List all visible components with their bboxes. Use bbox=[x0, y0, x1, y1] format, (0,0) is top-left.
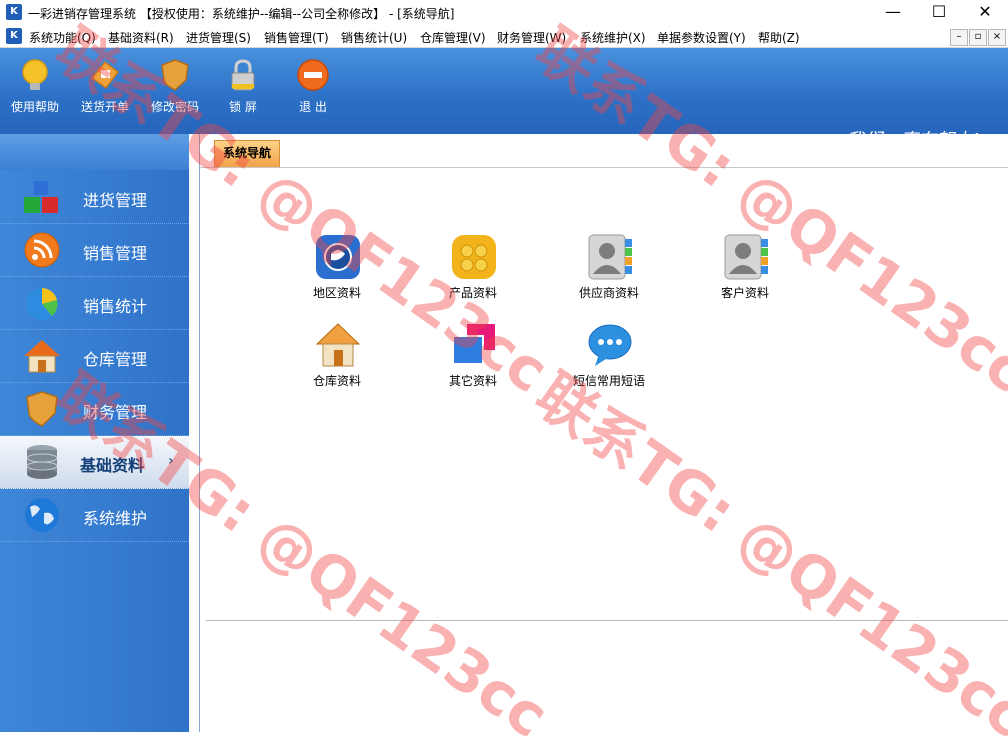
tile-label: 仓库资料 bbox=[312, 374, 361, 388]
minimize-button[interactable]: — bbox=[870, 0, 916, 25]
close-button[interactable]: ✕ bbox=[962, 0, 1008, 25]
menu-document-params[interactable]: 单据参数设置(Y) bbox=[657, 29, 746, 46]
rss-icon bbox=[24, 232, 60, 268]
title-bar: K 一彩进销存管理系统 【授权使用：系统维护--编辑--公司全称修改】 - [系… bbox=[0, 0, 1008, 25]
menu-purchase[interactable]: 进货管理(S) bbox=[186, 29, 251, 46]
sidebar-item-label: 销售管理 bbox=[83, 244, 148, 263]
menu-bar: K 系统功能(Q) 基础资料(R) 进货管理(S) 销售管理(T) 销售统计(U… bbox=[0, 25, 1008, 48]
tile-warehouse-data[interactable]: 仓库资料 bbox=[292, 322, 382, 404]
chat-icon bbox=[588, 324, 632, 366]
maximize-button[interactable]: ☐ bbox=[916, 0, 962, 25]
app-icon: K bbox=[6, 4, 22, 20]
tile-label: 客户资料 bbox=[720, 286, 769, 300]
sidebar-item-sales[interactable]: 销售管理 bbox=[0, 224, 189, 277]
sidebar-item-sales-stats[interactable]: 销售统计 bbox=[0, 277, 189, 330]
mdi-minimize-button[interactable]: – bbox=[950, 29, 968, 46]
exit-label: 退 出 bbox=[299, 100, 327, 114]
sidebar-item-label: 销售统计 bbox=[83, 297, 148, 316]
pie-chart-icon bbox=[26, 288, 58, 320]
exit-icon bbox=[297, 59, 329, 91]
sidebar-item-label: 系统维护 bbox=[83, 509, 148, 528]
menu-help[interactable]: 帮助(Z) bbox=[758, 29, 800, 46]
lock-icon bbox=[231, 59, 255, 91]
tile-supplier-data[interactable]: 供应商资料 bbox=[564, 234, 654, 316]
globe-icon bbox=[25, 498, 59, 532]
menu-sales-stats[interactable]: 销售统计(U) bbox=[341, 29, 407, 46]
exit-button[interactable]: 退 出 bbox=[282, 58, 344, 128]
mdi-restore-button[interactable]: ▫ bbox=[969, 29, 987, 46]
mdi-close-button[interactable]: × bbox=[988, 29, 1006, 46]
menu-sales[interactable]: 销售管理(T) bbox=[264, 29, 329, 46]
database-icon bbox=[26, 445, 58, 479]
tile-label: 供应商资料 bbox=[578, 286, 639, 300]
blocks-icon bbox=[24, 181, 58, 213]
sidebar-item-purchase[interactable]: 进货管理 bbox=[0, 171, 189, 224]
warehouse-icon bbox=[315, 323, 361, 367]
contact-icon bbox=[588, 234, 632, 280]
sidebar-item-label: 进货管理 bbox=[83, 191, 148, 210]
house-icon bbox=[24, 340, 60, 373]
help-button-label: 使用帮助 bbox=[10, 100, 59, 114]
menu-warehouse[interactable]: 仓库管理(V) bbox=[420, 29, 486, 46]
menu-app-icon[interactable]: K bbox=[6, 28, 22, 44]
